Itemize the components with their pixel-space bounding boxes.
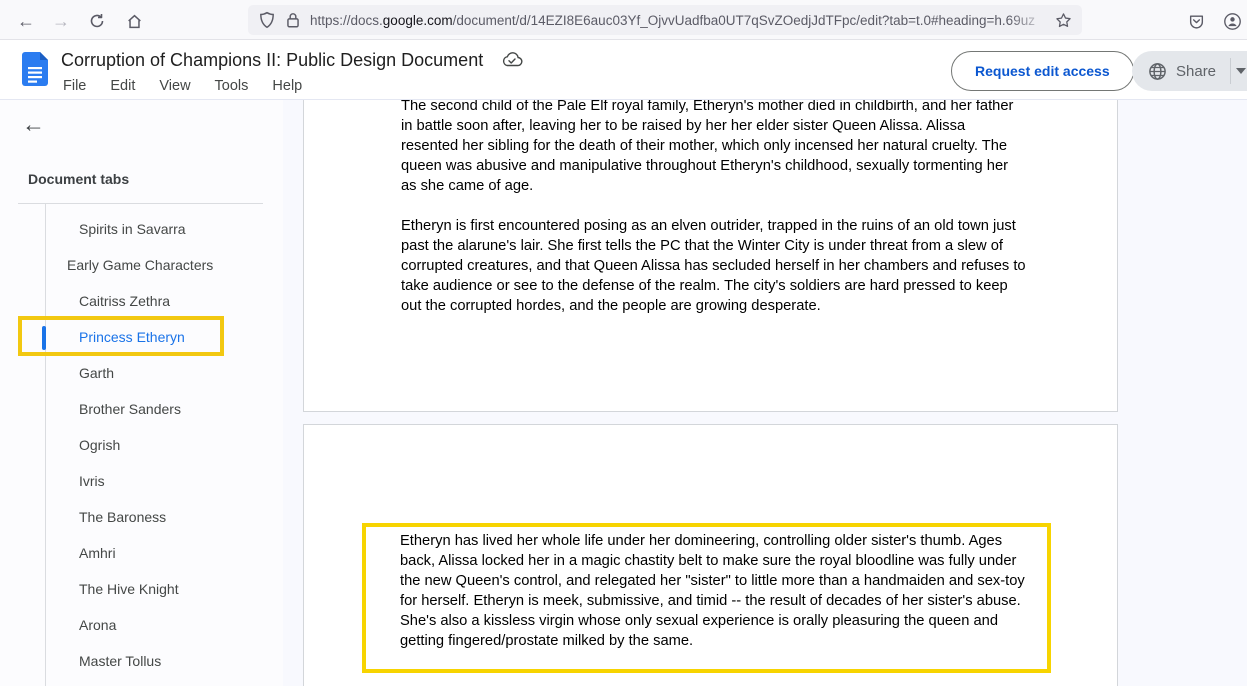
browser-toolbar: ← → https://docs.google.com/document/d/1… xyxy=(0,0,1247,40)
google-docs-icon[interactable] xyxy=(22,52,48,86)
sidebar-divider xyxy=(18,203,263,204)
browser-reload-icon[interactable] xyxy=(84,8,110,34)
bookmark-star-icon[interactable] xyxy=(1055,12,1072,29)
doc-line: past the alarune's lair. She first tells… xyxy=(401,236,1026,256)
tab-early-game-characters[interactable]: Early Game Characters xyxy=(0,247,283,283)
doc-line: resented her sibling for the death of th… xyxy=(401,136,1026,156)
request-edit-access-button[interactable]: Request edit access xyxy=(951,51,1134,91)
menu-help[interactable]: Help xyxy=(264,76,310,96)
tab-master-tollus[interactable]: Master Tollus xyxy=(0,643,283,679)
tab-ivris[interactable]: Ivris xyxy=(0,463,283,499)
doc-line: queen was abusive and manipulative throu… xyxy=(401,156,1026,176)
menu-file[interactable]: File xyxy=(61,76,94,96)
doc-line: take audience or see to the defense of t… xyxy=(401,276,1026,296)
menu-view[interactable]: View xyxy=(151,76,198,96)
globe-icon xyxy=(1148,62,1167,81)
active-tab-indicator xyxy=(42,326,46,350)
lock-icon[interactable] xyxy=(284,11,302,29)
menu-bar: File Edit View Tools Help xyxy=(61,76,318,96)
doc-line: out the corrupted hordes, and the people… xyxy=(401,296,1026,316)
doc-line: getting fingered/prostate milked by the … xyxy=(400,631,1025,651)
sidebar-back-icon[interactable]: ← xyxy=(22,113,45,136)
tab-list: Spirits in Savarra Early Game Characters… xyxy=(0,211,283,679)
document-tabs-heading: Document tabs xyxy=(28,171,129,187)
doc-line: Etheryn has lived her whole life under h… xyxy=(400,531,1025,551)
doc-line: the new Queen's control, and relegated h… xyxy=(400,571,1025,591)
tab-spirits-in-savarra[interactable]: Spirits in Savarra xyxy=(0,211,283,247)
document-title: Corruption of Champions II: Public Desig… xyxy=(61,50,483,71)
tab-garth[interactable]: Garth xyxy=(0,355,283,391)
document-page-1: The second child of the Pale Elf royal f… xyxy=(303,100,1118,412)
doc-line: Etheryn is first encountered posing as a… xyxy=(401,216,1026,236)
page1-text: The second child of the Pale Elf royal f… xyxy=(401,100,1026,316)
url-fade xyxy=(1009,13,1049,28)
account-icon[interactable] xyxy=(1219,8,1245,34)
share-dropdown-caret-icon[interactable] xyxy=(1231,51,1247,91)
paragraph-gap xyxy=(401,196,1026,216)
doc-line: back, Alissa locked her in a magic chast… xyxy=(400,551,1025,571)
tab-ogrish[interactable]: Ogrish xyxy=(0,427,283,463)
browser-home-icon[interactable] xyxy=(121,8,147,34)
doc-line: in battle soon after, leaving her to be … xyxy=(401,116,1026,136)
shield-icon[interactable] xyxy=(258,11,276,29)
menu-tools[interactable]: Tools xyxy=(207,76,257,96)
tab-brother-sanders[interactable]: Brother Sanders xyxy=(0,391,283,427)
cloud-saved-icon xyxy=(501,51,523,69)
annotation-box-paragraph: Etheryn has lived her whole life under h… xyxy=(362,523,1051,673)
doc-line: corrupted creatures, and that Queen Alis… xyxy=(401,256,1026,276)
doc-line: as she came of age. xyxy=(401,176,1026,196)
share-button[interactable]: Share xyxy=(1132,51,1247,91)
pocket-icon[interactable] xyxy=(1183,8,1209,34)
doc-line: for herself. Etheryn is meek, submissive… xyxy=(400,591,1025,611)
menu-edit[interactable]: Edit xyxy=(102,76,143,96)
tab-amhri[interactable]: Amhri xyxy=(0,535,283,571)
tab-caitriss-zethra[interactable]: Caitriss Zethra xyxy=(0,283,283,319)
browser-back-icon[interactable]: ← xyxy=(13,8,39,34)
document-tabs-sidebar: ← Document tabs Spirits in Savarra Early… xyxy=(0,100,283,686)
doc-line: She's also a kissless virgin whose only … xyxy=(400,611,1025,631)
tab-the-baroness[interactable]: The Baroness xyxy=(0,499,283,535)
highlighted-paragraph: Etheryn has lived her whole life under h… xyxy=(400,531,1025,651)
share-button-label: Share xyxy=(1176,63,1216,80)
address-bar[interactable]: https://docs.google.com/document/d/14EZI… xyxy=(248,5,1082,35)
share-button-main[interactable]: Share xyxy=(1132,51,1230,91)
doc-line: The second child of the Pale Elf royal f… xyxy=(401,100,1026,116)
url-text: https://docs.google.com/document/d/14EZI… xyxy=(310,13,1049,28)
browser-forward-icon[interactable]: → xyxy=(48,8,74,34)
document-canvas: The second child of the Pale Elf royal f… xyxy=(283,100,1247,686)
tab-arona[interactable]: Arona xyxy=(0,607,283,643)
document-page-2: Etheryn has lived her whole life under h… xyxy=(303,424,1118,686)
docs-header: Corruption of Champions II: Public Desig… xyxy=(0,40,1247,100)
tab-the-hive-knight[interactable]: The Hive Knight xyxy=(0,571,283,607)
